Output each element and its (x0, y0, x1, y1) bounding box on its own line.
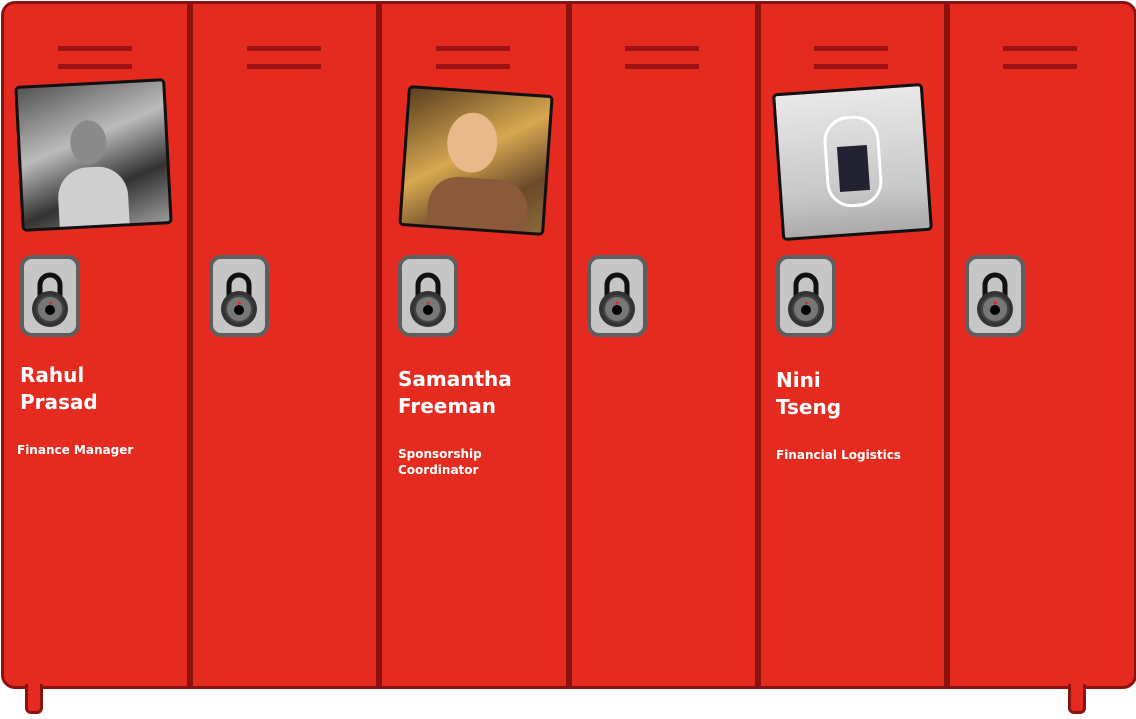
member-name: Rahul Prasad (20, 363, 98, 414)
padlock-icon[interactable] (965, 255, 1025, 337)
locker-divider (376, 1, 382, 687)
locker-divider (944, 1, 950, 687)
member-role: Sponsorship Coordinator (398, 447, 482, 477)
padlock-icon[interactable] (587, 255, 647, 337)
locker-vent (436, 64, 510, 69)
locker-vent (1003, 46, 1077, 51)
locker-vent (625, 64, 699, 69)
locker-vent (814, 64, 888, 69)
padlock-icon[interactable] (209, 255, 269, 337)
padlock-icon[interactable] (20, 255, 80, 337)
locker-vent (247, 64, 321, 69)
locker-leg (1068, 684, 1086, 714)
locker-vent (1003, 64, 1077, 69)
locker-divider (755, 1, 761, 687)
locker-leg (25, 684, 43, 714)
locker-vent (814, 46, 888, 51)
locker-vent (247, 46, 321, 51)
member-name: Nini Tseng (776, 368, 842, 419)
locker-vent (436, 46, 510, 51)
padlock-icon[interactable] (776, 255, 836, 337)
member-role: Finance Manager (17, 443, 134, 457)
locker-vent (625, 46, 699, 51)
member-photo-rahul (14, 78, 173, 232)
member-photo-nini (772, 82, 933, 242)
locker-divider (566, 1, 572, 687)
locker-vent (58, 46, 132, 51)
member-role: Financial Logistics (776, 448, 901, 462)
member-name: Samantha Freeman (398, 367, 512, 418)
locker-divider (187, 1, 193, 687)
locker-vent (58, 64, 132, 69)
member-photo-samantha (398, 85, 554, 236)
padlock-icon[interactable] (398, 255, 458, 337)
